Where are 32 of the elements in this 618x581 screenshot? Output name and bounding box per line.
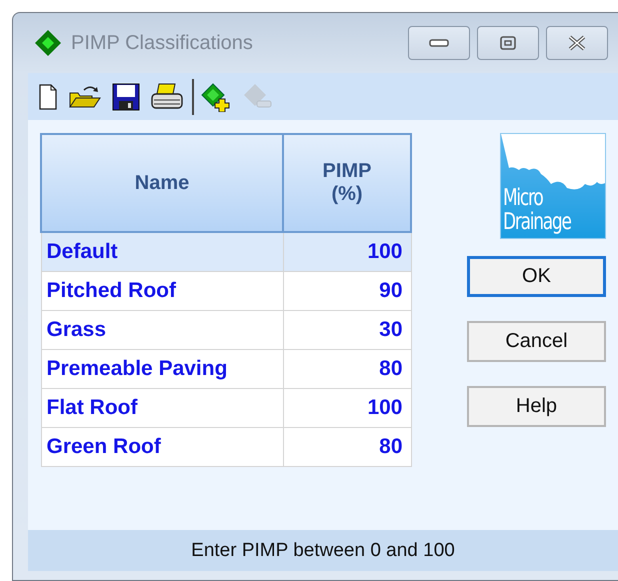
minimize-icon bbox=[429, 38, 449, 48]
table-cell[interactable]: 100 bbox=[283, 232, 411, 272]
table-cell[interactable]: Flat Roof bbox=[41, 388, 283, 428]
close-button[interactable] bbox=[546, 26, 608, 60]
status-bar: Enter PIMP between 0 and 100 bbox=[28, 530, 618, 571]
table-cell[interactable]: Premeable Paving bbox=[41, 350, 283, 388]
table-cell[interactable]: 100 bbox=[283, 388, 411, 428]
table-cell[interactable]: 30 bbox=[283, 310, 411, 350]
table-cell[interactable]: Green Roof bbox=[41, 428, 283, 466]
help-button[interactable]: Help bbox=[467, 386, 606, 427]
table-cell[interactable]: 90 bbox=[283, 272, 411, 310]
column-header[interactable]: Name bbox=[134, 172, 190, 194]
logo-text: Drainage bbox=[503, 210, 571, 234]
table-cell[interactable]: 80 bbox=[283, 428, 411, 466]
maximize-button[interactable] bbox=[477, 26, 539, 60]
logo-text: Micro bbox=[503, 186, 542, 210]
printer-icon[interactable] bbox=[150, 82, 184, 112]
table-cell[interactable]: Default bbox=[41, 232, 283, 272]
table-cell[interactable]: Grass bbox=[41, 310, 283, 350]
folder-icon[interactable] bbox=[68, 84, 102, 110]
table-cell[interactable]: 80 bbox=[283, 350, 411, 388]
close-icon bbox=[567, 35, 587, 51]
ok-button[interactable]: OK bbox=[467, 256, 606, 297]
app-icon bbox=[33, 28, 63, 58]
diamond-plus-icon[interactable] bbox=[200, 82, 232, 112]
maximize-icon bbox=[500, 36, 516, 50]
table-cell[interactable]: Pitched Roof bbox=[41, 272, 283, 310]
minimize-button[interactable] bbox=[408, 26, 470, 60]
cancel-button[interactable]: Cancel bbox=[467, 321, 606, 362]
floppy-disk-icon[interactable] bbox=[112, 82, 140, 110]
window-title: PIMP Classifications bbox=[71, 32, 253, 54]
new-file-icon[interactable] bbox=[38, 84, 58, 110]
